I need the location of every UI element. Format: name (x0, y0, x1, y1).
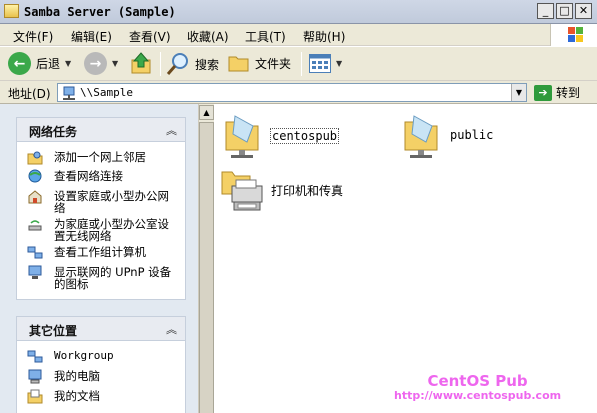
up-folder-button[interactable] (130, 51, 152, 75)
toolbar: ← 后退 ▼ → ▼ 搜索 文件夹 ▼ (0, 47, 597, 81)
forward-dropdown-icon[interactable]: ▼ (112, 59, 118, 68)
task-pane: 网络任务 ︽ 添加一个网上邻居 查看网络连接 设置家庭或小型办公网络 为家庭或小… (0, 104, 198, 413)
upnp-devices-icon (28, 265, 42, 279)
views-dropdown-icon[interactable]: ▼ (336, 59, 342, 68)
task-label: 设置家庭或小型办公网络 (54, 189, 169, 215)
scroll-up-icon[interactable]: ▲ (199, 105, 214, 120)
menu-bar: 文件(F) 编辑(E) 查看(V) 收藏(A) 工具(T) 帮助(H) (0, 24, 597, 46)
place-label: 我的文档 (54, 389, 100, 403)
title-bar: Samba Server (Sample) _ □ ✕ (0, 0, 597, 24)
network-folder-icon (63, 86, 75, 100)
address-label: 地址(D) (8, 87, 51, 101)
network-tasks-header[interactable]: 网络任务 ︽ (17, 118, 185, 142)
back-button[interactable]: ← 后退 ▼ (8, 52, 71, 75)
search-button[interactable]: 搜索 (166, 52, 219, 76)
network-connections-icon (28, 169, 42, 183)
views-icon (309, 54, 331, 73)
go-button[interactable]: ➔ 转到 (534, 84, 580, 101)
task-pane-scrollbar[interactable]: ▲ (198, 104, 214, 413)
wireless-network-icon (28, 220, 42, 231)
other-places-title: 其它位置 (29, 324, 78, 338)
share-label: centospub (270, 128, 340, 144)
menu-file[interactable]: 文件(F) (13, 28, 53, 45)
forward-button[interactable]: → ▼ (84, 52, 118, 75)
menu-favorites[interactable]: 收藏(A) (187, 28, 229, 45)
task-label: 查看网络连接 (54, 169, 123, 183)
share-item-public[interactable]: public (402, 112, 493, 163)
go-label: 转到 (556, 86, 581, 100)
printers-faxes-icon (221, 171, 263, 211)
task-label: 添加一个网上邻居 (54, 150, 146, 164)
task-label: 为家庭或小型办公室设置无线网络 (54, 217, 169, 243)
collapse-chevron-icon[interactable]: ︽ (166, 321, 177, 337)
share-label: 打印机和传真 (271, 184, 344, 198)
place-label: 我的电脑 (54, 369, 100, 383)
search-icon (166, 53, 188, 75)
workgroup-icon (27, 350, 43, 363)
back-label: 后退 (36, 57, 61, 71)
address-value: \\Sample (80, 86, 133, 99)
watermark-line1: CentOS Pub (427, 372, 528, 390)
my-computer-icon (28, 369, 42, 384)
go-arrow-icon: ➔ (534, 84, 552, 101)
share-item-printers[interactable]: 打印机和传真 (220, 168, 343, 217)
task-label: 查看工作组计算机 (54, 245, 146, 259)
share-label: public (450, 128, 494, 142)
watermark-line2: http://www.centospub.com (394, 389, 562, 402)
other-places-header[interactable]: 其它位置 ︽ (17, 317, 185, 341)
back-dropdown-icon[interactable]: ▼ (65, 59, 71, 68)
address-input[interactable]: \\Sample ▼ (57, 83, 527, 102)
menu-view[interactable]: 查看(V) (129, 28, 171, 45)
close-button[interactable]: ✕ (575, 3, 592, 19)
workgroup-computers-icon (27, 246, 43, 259)
other-places-panel: 其它位置 ︽ Workgroup 我的电脑 我的文档 (16, 316, 186, 413)
minimize-button[interactable]: _ (537, 3, 554, 19)
address-bar: 地址(D) \\Sample ▼ ➔ 转到 (0, 81, 597, 104)
home-network-icon (28, 190, 42, 204)
add-network-place-icon (27, 151, 43, 165)
menu-tools[interactable]: 工具(T) (245, 28, 286, 45)
menu-help[interactable]: 帮助(H) (303, 28, 345, 45)
address-dropdown-icon[interactable]: ▼ (511, 84, 526, 101)
forward-arrow-icon: → (84, 52, 107, 75)
scrollbar-thumb[interactable] (199, 122, 214, 413)
folder-icon (4, 4, 19, 18)
share-item-centospub[interactable]: centospub (223, 112, 340, 163)
search-label: 搜索 (195, 57, 220, 72)
shared-folder-icon (404, 115, 438, 158)
menu-edit[interactable]: 编辑(E) (71, 28, 112, 45)
folders-icon (228, 56, 249, 72)
task-label: 显示联网的 UPnP 设备的图标 (54, 265, 172, 291)
up-folder-icon (131, 52, 151, 74)
toolbar-separator (301, 52, 302, 76)
shared-folder-icon (225, 115, 259, 158)
folders-label: 文件夹 (255, 56, 292, 71)
folder-content: centospub public 打印机和传真 (214, 104, 597, 413)
maximize-button[interactable]: □ (556, 3, 573, 19)
toolbar-separator (160, 52, 161, 76)
window-title: Samba Server (Sample) (24, 5, 176, 19)
collapse-chevron-icon[interactable]: ︽ (166, 122, 177, 138)
windows-logo-icon (550, 24, 597, 46)
my-documents-icon (27, 389, 43, 404)
views-button[interactable]: ▼ (309, 54, 342, 73)
folders-button[interactable]: 文件夹 (228, 52, 291, 74)
place-label: Workgroup (54, 349, 114, 362)
network-tasks-title: 网络任务 (29, 125, 78, 139)
watermark: CentOS Pub http://www.centospub.com (394, 373, 561, 402)
network-tasks-panel: 网络任务 ︽ 添加一个网上邻居 查看网络连接 设置家庭或小型办公网络 为家庭或小… (16, 117, 186, 300)
back-arrow-icon: ← (8, 52, 31, 75)
